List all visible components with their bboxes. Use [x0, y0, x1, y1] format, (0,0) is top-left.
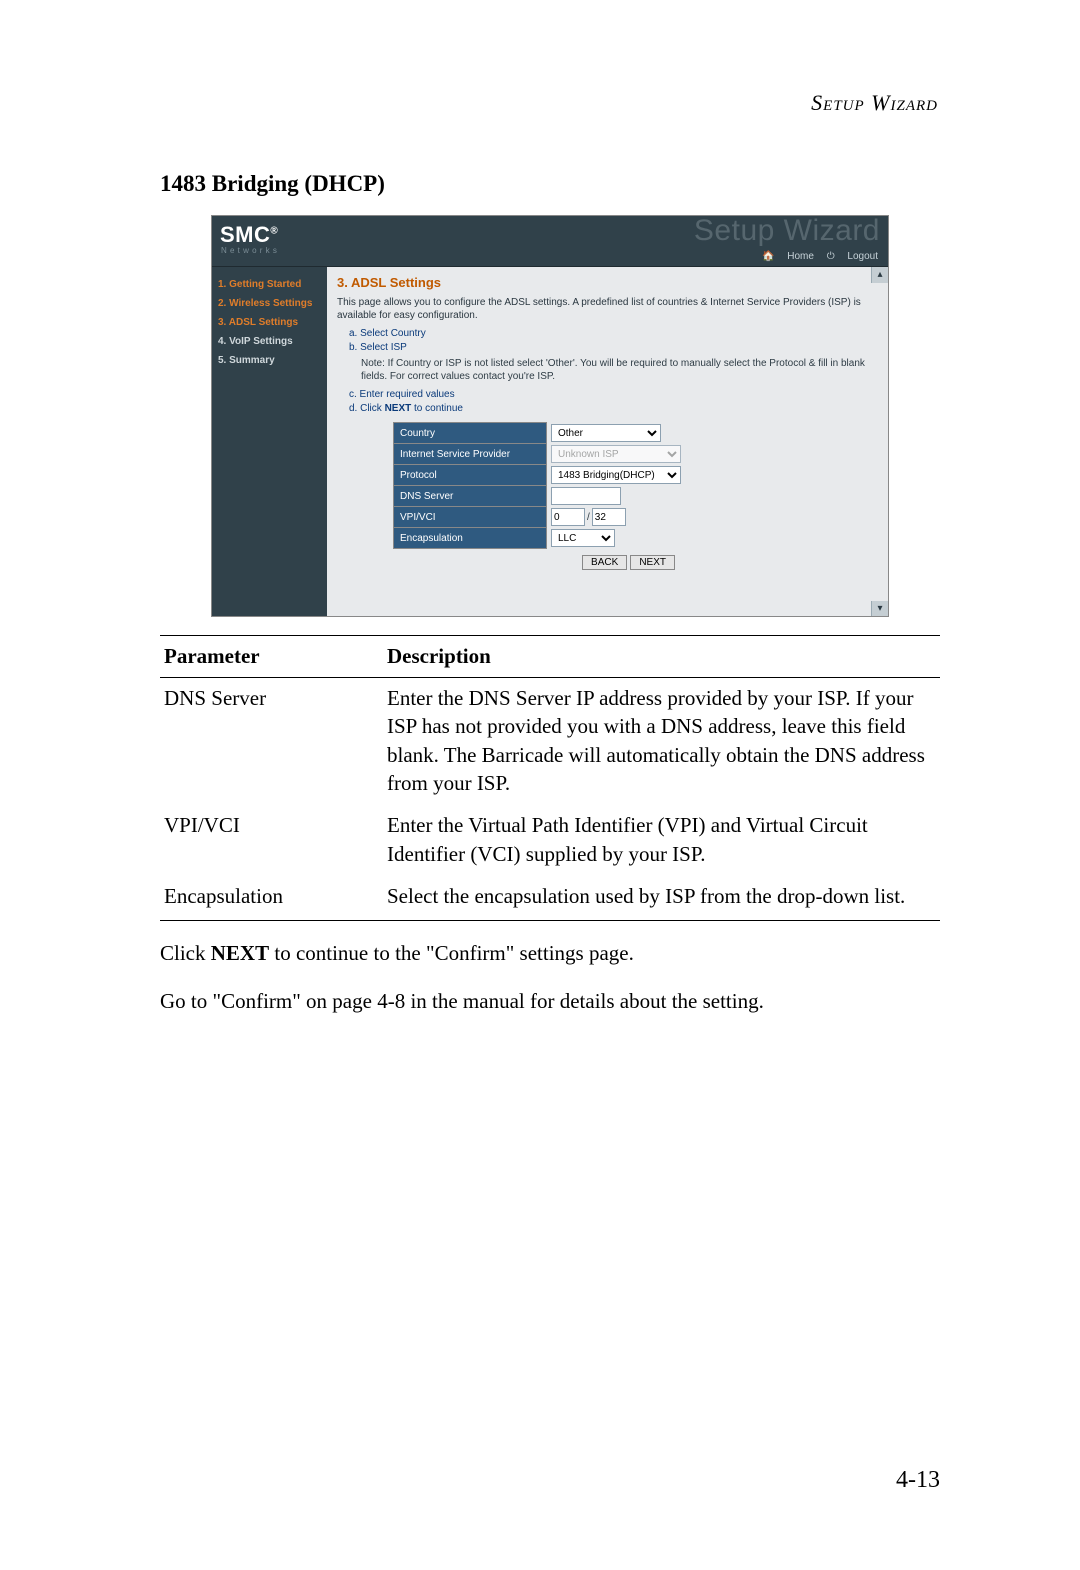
brand-text: SMC [220, 222, 270, 247]
next-button[interactable]: NEXT [630, 555, 675, 570]
brand-logo: SMC® [220, 222, 278, 248]
panel-intro: This page allows you to configure the AD… [337, 296, 876, 322]
screenshot-header: SMC® N e t w o r k s Setup Wizard 🏠 Home… [212, 216, 888, 267]
vpi-input[interactable] [551, 508, 585, 526]
step-d-prefix: d. Click [349, 403, 385, 414]
logout-link-label: Logout [847, 251, 878, 262]
param-dns: DNS Server [160, 678, 383, 806]
label-isp: Internet Service Provider [394, 444, 547, 465]
desc-dns: Enter the DNS Server IP address provided… [383, 678, 940, 806]
back-button[interactable]: BACK [582, 555, 627, 570]
param-vpivci: VPI/VCI [160, 805, 383, 876]
label-encap: Encapsulation [394, 528, 547, 549]
panel-heading: 3. ADSL Settings [337, 275, 876, 290]
settings-table: Country Other Internet Service Provider … [393, 422, 686, 549]
dns-input[interactable] [551, 487, 621, 505]
header-links: 🏠 Home ⏻ Logout [752, 251, 878, 262]
para1-pre: Click [160, 941, 211, 965]
isp-select[interactable]: Unknown ISP [551, 445, 681, 463]
step-b: b. Select ISP [349, 342, 876, 353]
sidebar-item-adsl[interactable]: 3. ADSL Settings [218, 313, 323, 332]
settings-panel: ▴ 3. ADSL Settings This page allows you … [327, 267, 888, 617]
router-screenshot: SMC® N e t w o r k s Setup Wizard 🏠 Home… [211, 215, 889, 617]
desc-encap: Select the encapsulation used by ISP fro… [383, 876, 940, 921]
protocol-select[interactable]: 1483 Bridging(DHCP) [551, 466, 681, 484]
param-header-description: Description [383, 636, 940, 678]
sidebar-item-voip[interactable]: 4. VoIP Settings [218, 332, 323, 351]
wizard-watermark: Setup Wizard [694, 215, 880, 248]
section-title: 1483 Bridging (DHCP) [160, 171, 940, 197]
paragraph-next: Click NEXT to continue to the "Confirm" … [160, 939, 940, 968]
label-country: Country [394, 423, 547, 444]
vci-input[interactable] [592, 508, 626, 526]
sidebar-item-summary[interactable]: 5. Summary [218, 351, 323, 370]
encapsulation-select[interactable]: LLC [551, 529, 615, 547]
label-vpivci: VPI/VCI [394, 507, 547, 528]
home-link[interactable]: 🏠 Home [762, 251, 814, 262]
scroll-up-icon[interactable]: ▴ [871, 267, 888, 283]
step-a: a. Select Country [349, 328, 876, 339]
step-c: c. Enter required values [349, 389, 876, 400]
registered-icon: ® [270, 226, 278, 237]
desc-vpivci: Enter the Virtual Path Identifier (VPI) … [383, 805, 940, 876]
running-head: Setup Wizard [160, 90, 940, 116]
home-link-label: Home [787, 251, 814, 262]
wizard-sidebar: 1. Getting Started 2. Wireless Settings … [212, 267, 327, 617]
brand-subtext: N e t w o r k s [221, 246, 277, 255]
parameter-table: Parameter Description DNS Server Enter t… [160, 635, 940, 921]
scroll-down-icon[interactable]: ▾ [871, 601, 888, 617]
param-header-parameter: Parameter [160, 636, 383, 678]
page-number: 4-13 [896, 1467, 940, 1494]
label-dns: DNS Server [394, 486, 547, 507]
panel-note: Note: If Country or ISP is not listed se… [361, 357, 876, 383]
sidebar-item-getting-started[interactable]: 1. Getting Started [218, 275, 323, 294]
param-encap: Encapsulation [160, 876, 383, 921]
step-d-suffix: to continue [411, 403, 463, 414]
para1-bold: NEXT [211, 941, 269, 965]
step-d: d. Click NEXT to continue [349, 403, 876, 414]
country-select[interactable]: Other [551, 424, 661, 442]
slash-separator: / [585, 512, 592, 523]
para1-post: to continue to the "Confirm" settings pa… [269, 941, 634, 965]
label-protocol: Protocol [394, 465, 547, 486]
step-d-bold: NEXT [385, 403, 412, 414]
sidebar-item-wireless[interactable]: 2. Wireless Settings [218, 294, 323, 313]
logout-link[interactable]: ⏻ Logout [827, 251, 878, 262]
paragraph-confirm: Go to "Confirm" on page 4-8 in the manua… [160, 987, 940, 1016]
